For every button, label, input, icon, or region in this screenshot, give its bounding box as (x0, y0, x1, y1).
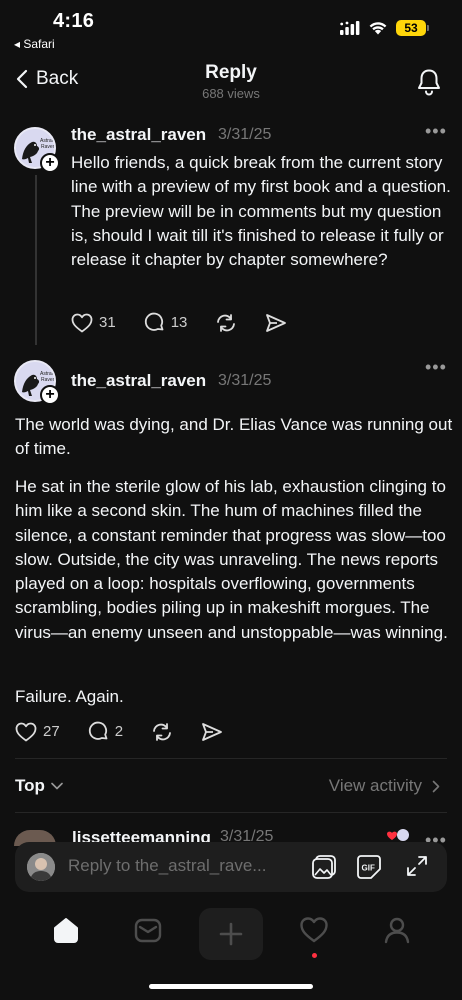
expand-icon[interactable] (405, 854, 429, 878)
like-count: 27 (43, 723, 60, 740)
divider (15, 812, 447, 813)
wifi-icon (369, 22, 387, 35)
nav-header: Back Reply 688 views (0, 58, 462, 108)
comment-icon (88, 721, 108, 740)
divider (15, 758, 447, 759)
like-button[interactable]: 31 (71, 313, 116, 333)
svg-text:Raven: Raven (41, 377, 54, 383)
plus-icon (219, 922, 243, 946)
home-icon[interactable] (51, 915, 81, 945)
share-button[interactable] (265, 313, 287, 333)
send-icon (202, 722, 222, 741)
status-time: 4:16 (53, 10, 95, 32)
post-username[interactable]: the_astral_raven (71, 371, 206, 391)
comment-button[interactable]: 2 (88, 721, 123, 742)
post-date: 3/31/25 (218, 372, 272, 389)
post-text: Hello friends, a quick break from the cu… (71, 153, 451, 270)
comment-count: 2 (114, 723, 124, 740)
like-count: 31 (99, 314, 116, 331)
gif-icon[interactable]: GIF (356, 854, 382, 880)
battery-level: 53 (396, 20, 426, 36)
bottom-tab-bar (0, 905, 462, 965)
back-to-safari[interactable]: ◂ Safari (14, 37, 55, 51)
post-date: 3/31/25 (218, 126, 272, 143)
more-options-icon[interactable]: ••• (425, 358, 447, 376)
reply-badge-icon (385, 828, 411, 842)
sort-label: Top (15, 776, 45, 795)
comment-count: 13 (170, 314, 188, 331)
repost-icon (217, 313, 236, 332)
image-picker-icon[interactable] (311, 854, 337, 880)
view-activity-label: View activity (328, 776, 422, 795)
heart-icon (15, 722, 37, 741)
current-user-avatar (27, 853, 55, 881)
sort-row: Top View activity (0, 774, 462, 800)
view-count: 688 views (202, 86, 260, 101)
svg-text:Raven: Raven (41, 144, 54, 150)
inbox-icon[interactable] (133, 915, 163, 945)
heart-icon[interactable] (299, 915, 329, 945)
bell-icon[interactable] (416, 68, 442, 96)
post-username[interactable]: the_astral_raven (71, 125, 206, 145)
send-icon (266, 313, 287, 332)
thread-line (35, 175, 37, 345)
sort-dropdown[interactable]: Top (15, 776, 63, 796)
repost-icon (153, 722, 171, 741)
cellular-signal-icon (340, 21, 360, 35)
heart-icon (71, 313, 93, 332)
reply-input[interactable]: Reply to the_astral_rave... (68, 856, 266, 876)
status-bar: 4:16 ◂ Safari 53 (0, 0, 462, 56)
profile-icon[interactable] (382, 915, 412, 945)
repost-button[interactable] (151, 722, 173, 742)
post-actions: 31 13 (71, 312, 315, 333)
chevron-down-icon (51, 782, 63, 790)
post-paragraph: He sat in the sterile glow of his lab, e… (15, 477, 448, 642)
more-options-icon[interactable]: ••• (425, 122, 447, 140)
share-button[interactable] (201, 722, 223, 742)
chevron-right-icon (432, 780, 440, 792)
activity-notification-dot (312, 953, 317, 958)
follow-plus-icon[interactable]: + (40, 153, 60, 173)
comment-icon (144, 312, 164, 331)
reply-composer[interactable]: Reply to the_astral_rave... GIF (15, 842, 447, 892)
post-paragraph: Failure. Again. (15, 687, 124, 706)
view-activity-link[interactable]: View activity (329, 776, 440, 796)
status-icons: 53 (340, 20, 429, 36)
post-actions: 27 2 (15, 721, 251, 742)
repost-button[interactable] (215, 313, 237, 333)
comment-button[interactable]: 13 (144, 312, 188, 333)
page-title: Reply (205, 62, 257, 83)
follow-plus-icon[interactable]: + (40, 385, 60, 405)
svg-text:GIF: GIF (362, 864, 375, 873)
home-indicator (149, 984, 313, 989)
battery-icon: 53 (396, 20, 429, 36)
create-post-button[interactable] (199, 908, 263, 960)
post-paragraph: The world was dying, and Dr. Elias Vance… (15, 415, 453, 459)
like-button[interactable]: 27 (15, 722, 60, 742)
